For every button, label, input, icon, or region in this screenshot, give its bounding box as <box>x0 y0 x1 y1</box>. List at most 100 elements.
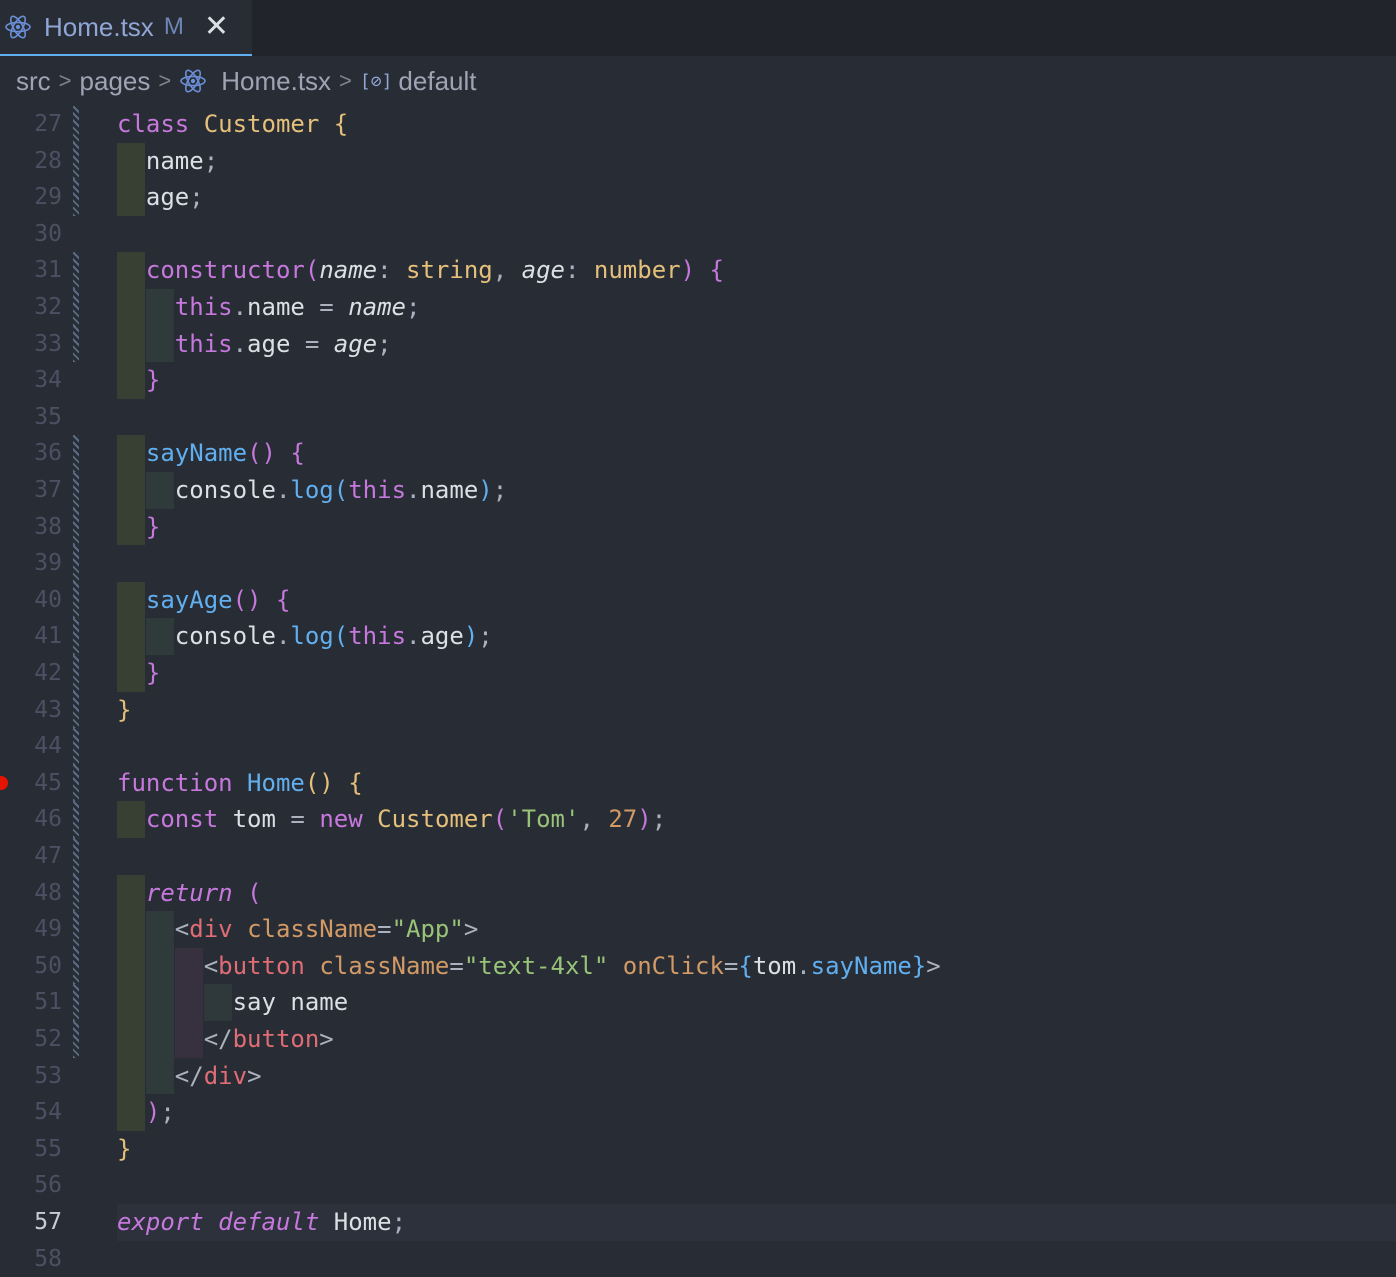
code-line[interactable]: 37 console.log(this.name); <box>0 472 1396 509</box>
line-number[interactable]: 55 <box>0 1131 62 1168</box>
code-text[interactable]: } <box>117 692 131 729</box>
code-line[interactable]: 36 sayName() { <box>0 435 1396 472</box>
git-change-indicator[interactable] <box>73 289 79 326</box>
code-text[interactable]: sayName() { <box>117 435 305 472</box>
code-line[interactable]: 28 name; <box>0 142 1396 180</box>
code-text[interactable]: } <box>117 1131 131 1168</box>
line-number[interactable]: 30 <box>0 216 62 253</box>
git-change-indicator[interactable] <box>73 838 79 875</box>
line-number[interactable]: 46 <box>0 801 62 838</box>
line-number[interactable]: 52 <box>0 1021 62 1058</box>
git-change-indicator[interactable] <box>73 252 79 289</box>
git-change-indicator[interactable] <box>73 1021 79 1058</box>
breadcrumb-file[interactable]: Home.tsx <box>221 66 331 97</box>
code-text[interactable]: name; <box>117 143 218 180</box>
line-number[interactable]: 37 <box>0 472 62 509</box>
code-line[interactable]: 43} <box>0 691 1396 729</box>
git-change-indicator[interactable] <box>73 508 79 546</box>
code-line[interactable]: 53 </div> <box>0 1057 1396 1095</box>
line-number[interactable]: 44 <box>0 728 62 765</box>
code-text[interactable]: return ( <box>117 875 262 912</box>
code-line[interactable]: 30 <box>0 216 1396 253</box>
code-text[interactable]: } <box>117 509 160 546</box>
line-number[interactable]: 38 <box>0 509 62 546</box>
code-line[interactable]: 41 console.log(this.age); <box>0 618 1396 655</box>
code-line[interactable]: 46 const tom = new Customer('Tom', 27); <box>0 801 1396 838</box>
code-text[interactable]: this.name = name; <box>117 289 421 326</box>
code-line[interactable]: 56 <box>0 1167 1396 1204</box>
git-change-indicator[interactable] <box>73 984 79 1021</box>
line-number[interactable]: 53 <box>0 1058 62 1095</box>
code-text[interactable]: export default Home; <box>117 1204 406 1241</box>
line-number[interactable]: 36 <box>0 435 62 472</box>
tab-home-tsx[interactable]: Home.tsx M ✕ <box>0 0 252 56</box>
code-text[interactable]: } <box>117 362 160 399</box>
code-line[interactable]: 32 this.name = name; <box>0 289 1396 326</box>
line-number[interactable]: 51 <box>0 984 62 1021</box>
line-number[interactable]: 42 <box>0 655 62 692</box>
line-number[interactable]: 40 <box>0 582 62 619</box>
git-change-indicator[interactable] <box>73 911 79 948</box>
code-line[interactable]: 39 <box>0 545 1396 582</box>
line-number[interactable]: 32 <box>0 289 62 326</box>
breadcrumb-src[interactable]: src <box>16 66 51 97</box>
code-line[interactable]: 47 <box>0 838 1396 875</box>
code-text[interactable]: say name <box>117 984 349 1021</box>
line-number[interactable]: 56 <box>0 1167 62 1204</box>
code-line[interactable]: 42 } <box>0 655 1396 692</box>
code-text[interactable]: console.log(this.age); <box>117 618 493 655</box>
line-number[interactable]: 33 <box>0 326 62 363</box>
code-line[interactable]: 55} <box>0 1131 1396 1168</box>
git-change-indicator[interactable] <box>73 728 79 765</box>
code-line[interactable]: 48 return ( <box>0 874 1396 912</box>
git-change-indicator[interactable] <box>73 874 79 912</box>
line-number[interactable]: 28 <box>0 143 62 180</box>
code-text[interactable]: class Customer { <box>117 106 348 143</box>
code-line[interactable]: 49 <div className="App"> <box>0 911 1396 948</box>
line-number[interactable]: 29 <box>0 179 62 216</box>
git-change-indicator[interactable] <box>73 325 79 363</box>
code-line[interactable]: 33 this.age = age; <box>0 325 1396 363</box>
code-text[interactable]: age; <box>117 179 204 216</box>
line-number[interactable]: 49 <box>0 911 62 948</box>
code-line[interactable]: 57 export default Home; <box>0 1204 1396 1241</box>
line-number[interactable]: 43 <box>0 692 62 729</box>
git-change-indicator[interactable] <box>73 142 79 180</box>
code-text[interactable]: this.age = age; <box>117 326 392 363</box>
code-line[interactable]: 31 constructor(name: string, age: number… <box>0 252 1396 289</box>
code-text[interactable]: ); <box>117 1094 175 1131</box>
line-number[interactable]: 58 <box>0 1241 62 1277</box>
line-number[interactable]: 45 <box>0 765 62 802</box>
breadcrumb-symbol-default[interactable]: default <box>398 66 476 97</box>
code-line[interactable]: 51 say name <box>0 984 1396 1021</box>
code-editor[interactable]: 27 class Customer {28 name; 29 age; 30 31 co… <box>0 106 1396 1272</box>
git-change-indicator[interactable] <box>73 472 79 509</box>
git-change-indicator[interactable] <box>73 435 79 472</box>
line-number[interactable]: 50 <box>0 948 62 985</box>
code-line[interactable]: 34 } <box>0 362 1396 399</box>
code-line[interactable]: 58 <box>0 1241 1396 1277</box>
code-text[interactable]: } <box>117 655 160 692</box>
git-change-indicator[interactable] <box>73 691 79 729</box>
code-line[interactable]: 29 age; <box>0 179 1396 216</box>
git-change-indicator[interactable] <box>73 764 79 802</box>
code-text[interactable]: </button> <box>117 1021 334 1058</box>
line-number[interactable]: 48 <box>0 875 62 912</box>
line-number[interactable]: 54 <box>0 1094 62 1131</box>
code-text[interactable]: console.log(this.name); <box>117 472 507 509</box>
code-line[interactable]: 54 ); <box>0 1094 1396 1131</box>
git-change-indicator[interactable] <box>73 655 79 692</box>
breadcrumb-pages[interactable]: pages <box>80 66 151 97</box>
code-text[interactable]: <button className="text-4xl" onClick={to… <box>117 948 941 985</box>
code-line[interactable]: 44 <box>0 728 1396 765</box>
line-number[interactable]: 34 <box>0 362 62 399</box>
git-change-indicator[interactable] <box>73 545 79 582</box>
code-text[interactable]: sayAge() { <box>117 582 291 619</box>
code-line[interactable]: 52 </button> <box>0 1021 1396 1058</box>
line-number[interactable]: 31 <box>0 252 62 289</box>
close-icon[interactable]: ✕ <box>204 12 229 42</box>
code-text[interactable]: </div> <box>117 1058 262 1095</box>
line-number[interactable]: 27 <box>0 106 62 143</box>
line-number[interactable]: 57 <box>0 1204 62 1241</box>
code-line[interactable]: 40 sayAge() { <box>0 581 1396 619</box>
